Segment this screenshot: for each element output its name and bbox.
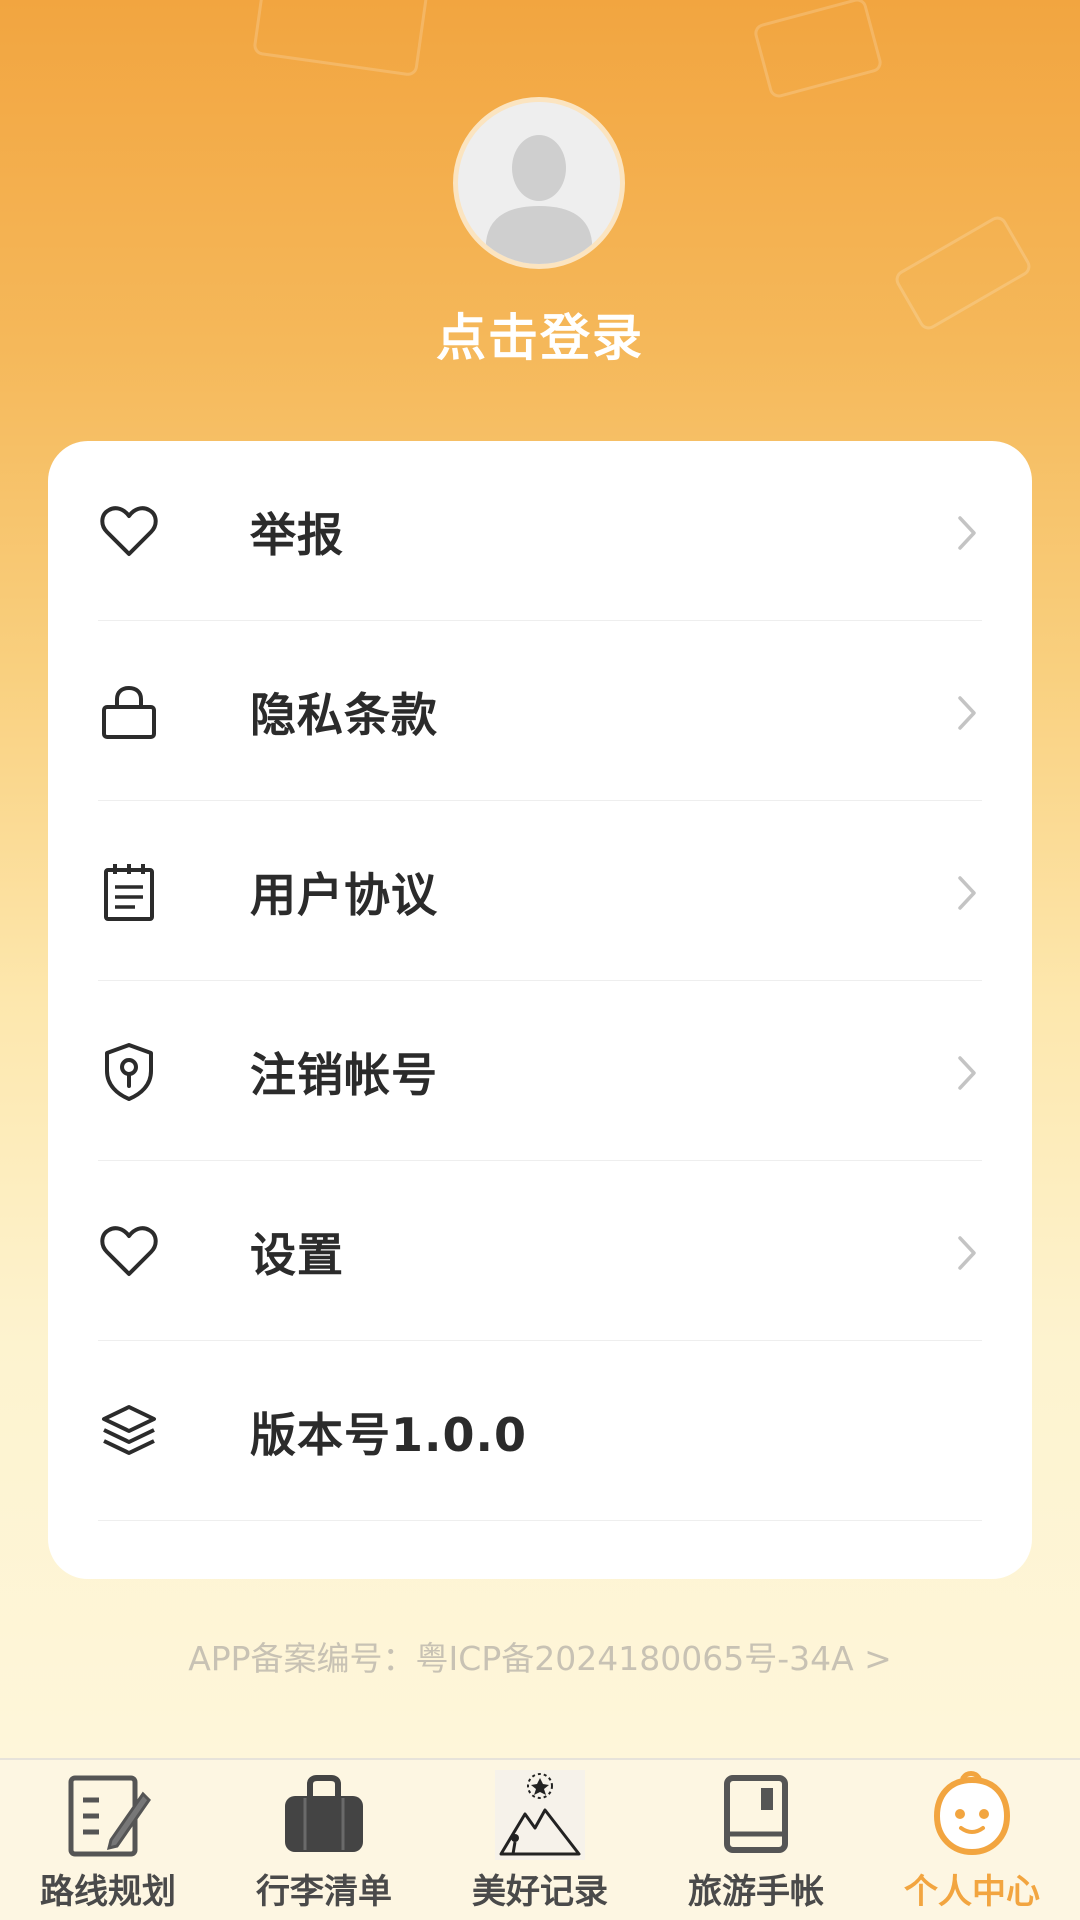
shield-icon [105, 1043, 153, 1101]
menu-item-report[interactable]: 举报 [98, 441, 982, 621]
header-doodle-plane [752, 0, 884, 100]
avatar[interactable] [453, 97, 625, 269]
tab-label: 旅游手帐 [688, 1872, 824, 1912]
bottom-tab-bar: 路线规划 行李清单 美好记录 旅游手帐 个人中心 [0, 1758, 1080, 1920]
menu-item-delete-account[interactable]: 注销帐号 [98, 981, 982, 1161]
heart-icon [100, 1226, 158, 1276]
chevron-right-icon [958, 876, 976, 910]
tab-label: 行李清单 [256, 1872, 392, 1912]
mountain-star-icon [495, 1770, 585, 1860]
header-doodle-box [252, 0, 430, 78]
menu-item-label: 设置 [250, 1228, 344, 1282]
tab-luggage-list[interactable]: 行李清单 [216, 1760, 432, 1920]
menu-item-label: 隐私条款 [250, 688, 438, 742]
menu-item-label: 举报 [250, 508, 344, 562]
menu-item-user-agreement[interactable]: 用户协议 [98, 801, 982, 981]
tab-label: 个人中心 [904, 1872, 1040, 1912]
menu-item-label: 用户协议 [250, 868, 438, 922]
chevron-right-icon [958, 516, 976, 550]
layers-icon [102, 1405, 156, 1455]
tab-label: 美好记录 [472, 1872, 608, 1912]
menu-item-settings[interactable]: 设置 [98, 1161, 982, 1341]
default-user-icon [458, 102, 620, 264]
heart-icon [100, 506, 158, 556]
tab-personal-center[interactable]: 个人中心 [864, 1760, 1080, 1920]
chevron-right-icon [958, 1236, 976, 1270]
menu-item-label: 注销帐号 [250, 1048, 438, 1102]
tab-good-records[interactable]: 美好记录 [432, 1760, 648, 1920]
menu-item-version: 版本号1.0.0 [98, 1341, 982, 1521]
version-label: 版本号1.0.0 [250, 1408, 527, 1462]
suitcase-icon [285, 1775, 363, 1852]
smiley-face-icon [933, 1771, 1011, 1856]
tab-travel-journal[interactable]: 旅游手帐 [648, 1760, 864, 1920]
chevron-right-icon [958, 696, 976, 730]
login-prompt[interactable]: 点击登录 [0, 298, 1080, 370]
route-plan-icon [68, 1775, 151, 1857]
profile-page: 点击登录 举报 隐私条款 用户协议 注销帐号 设置 版本号1.0.0 APP备案… [0, 0, 1080, 1920]
notepad-icon [104, 864, 154, 921]
tab-route-plan[interactable]: 路线规划 [0, 1760, 216, 1920]
chevron-right-icon [958, 1056, 976, 1090]
icp-record-link[interactable]: APP备案编号：粤ICP备2024180065号-34A > [0, 1632, 1080, 1680]
lock-icon [102, 685, 156, 739]
notebook-icon [724, 1775, 788, 1853]
tab-label: 路线规划 [40, 1872, 176, 1912]
menu-item-privacy[interactable]: 隐私条款 [98, 621, 982, 801]
menu-card: 举报 隐私条款 用户协议 注销帐号 设置 版本号1.0.0 [48, 441, 1032, 1579]
